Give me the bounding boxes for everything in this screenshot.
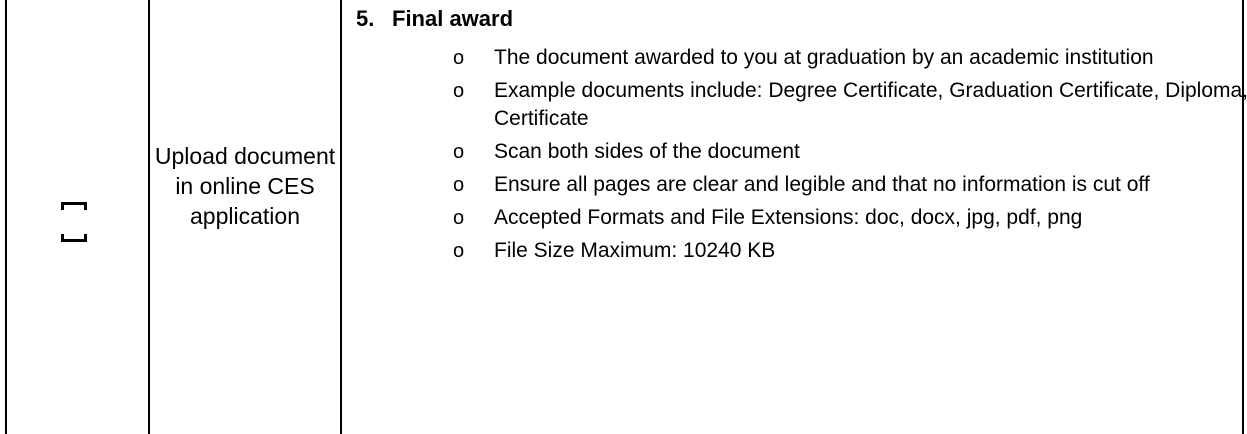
requirements-table-row: Upload document in online CES applicatio… xyxy=(0,0,1247,434)
list-item: o The document awarded to you at graduati… xyxy=(342,44,1247,72)
bullet-marker: o xyxy=(453,207,465,229)
list-item: o Scan both sides of the document xyxy=(342,138,1247,166)
action-cell: Upload document in online CES applicatio… xyxy=(150,0,340,434)
list-item: o Ensure all pages are clear and legible … xyxy=(342,171,1247,199)
bullet-marker: o xyxy=(453,174,465,196)
list-item: o Example documents include: Degree Certi… xyxy=(453,79,1247,130)
requirement-cell: 5. Final award o The document awarded to y… xyxy=(342,0,1247,434)
bullet-marker: o xyxy=(453,47,465,69)
action-instruction: Upload document in online CES applicatio… xyxy=(154,143,336,229)
bullet-marker: o xyxy=(453,240,465,262)
checkbox-cell xyxy=(6,0,148,434)
section-title: Final award xyxy=(392,6,514,31)
section-heading: 5. Final award xyxy=(356,5,513,33)
list-item: o File Size Maximum: 10240 KB xyxy=(342,237,1247,265)
bullet-marker: o xyxy=(453,80,465,102)
section-number: 5. xyxy=(356,6,375,31)
requirement-list: o The document awarded to you at graduati… xyxy=(342,44,1247,270)
bullet-marker: o xyxy=(453,141,465,163)
checkbox-empty-icon[interactable] xyxy=(61,202,87,242)
list-item: o Accepted Formats and File Extensions: d… xyxy=(342,204,1247,232)
